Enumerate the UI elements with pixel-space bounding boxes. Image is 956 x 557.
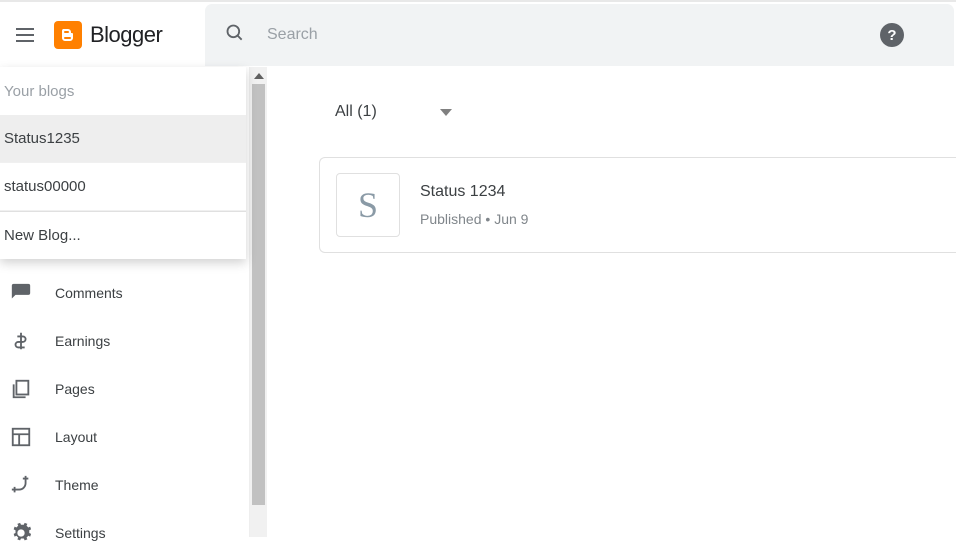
- layout-icon: [9, 425, 33, 449]
- sidebar-scrollbar[interactable]: [250, 67, 267, 537]
- brand-text: Blogger: [90, 22, 162, 48]
- sidebar-item-pages[interactable]: Pages: [0, 365, 249, 413]
- dropdown-item-blog[interactable]: Status1235: [0, 115, 246, 163]
- main-content: All (1) S Status 1234 Published • Jun 9: [267, 67, 956, 537]
- dropdown-item-label: status00000: [4, 178, 86, 195]
- sidebar-item-label: Pages: [55, 381, 95, 397]
- dropdown-item-blog[interactable]: status00000: [0, 163, 246, 211]
- comment-icon: [9, 281, 33, 305]
- sidebar-item-label: Theme: [55, 477, 99, 493]
- post-subtitle: Published • Jun 9: [420, 211, 528, 227]
- gear-icon: [9, 521, 33, 545]
- help-icon[interactable]: ?: [880, 23, 904, 47]
- search-input[interactable]: [267, 26, 667, 44]
- scroll-thumb[interactable]: [252, 84, 265, 505]
- pages-icon: [9, 377, 33, 401]
- dollar-icon: [9, 329, 33, 353]
- post-thumbnail: S: [336, 173, 400, 237]
- scroll-up-icon[interactable]: [250, 67, 267, 84]
- hamburger-menu-icon[interactable]: [16, 23, 40, 47]
- sidebar-item-label: Settings: [55, 525, 106, 541]
- post-title: Status 1234: [420, 183, 528, 201]
- post-meta: Status 1234 Published • Jun 9: [420, 183, 528, 227]
- sidebar-item-earnings[interactable]: Earnings: [0, 317, 249, 365]
- dropdown-new-blog-label: New Blog...: [4, 227, 81, 244]
- post-date: Jun 9: [494, 211, 528, 227]
- sidebar-item-label: Comments: [55, 285, 123, 301]
- sidebar-item-label: Earnings: [55, 333, 110, 349]
- filter-row: All (1): [267, 67, 956, 157]
- filter-label[interactable]: All (1): [335, 103, 377, 121]
- separator-dot: •: [485, 211, 490, 227]
- sidebar-item-settings[interactable]: Settings: [0, 509, 249, 557]
- dropdown-new-blog[interactable]: New Blog...: [0, 211, 246, 259]
- search-bar: ?: [205, 4, 954, 66]
- dropdown-header: Your blogs: [0, 67, 246, 115]
- theme-icon: [9, 473, 33, 497]
- search-icon[interactable]: [225, 23, 245, 48]
- sidebar-item-label: Layout: [55, 429, 97, 445]
- sidebar-item-layout[interactable]: Layout: [0, 413, 249, 461]
- post-card[interactable]: S Status 1234 Published • Jun 9: [319, 157, 956, 253]
- sidebar-item-theme[interactable]: Theme: [0, 461, 249, 509]
- chevron-down-icon[interactable]: [440, 103, 452, 121]
- dropdown-item-label: Status1235: [4, 130, 80, 147]
- post-status: Published: [420, 211, 482, 227]
- blogger-logo-icon[interactable]: [54, 21, 82, 49]
- sidebar-item-comments[interactable]: Comments: [0, 269, 249, 317]
- blog-selector-dropdown: Your blogs Status1235 status00000 New Bl…: [0, 67, 246, 259]
